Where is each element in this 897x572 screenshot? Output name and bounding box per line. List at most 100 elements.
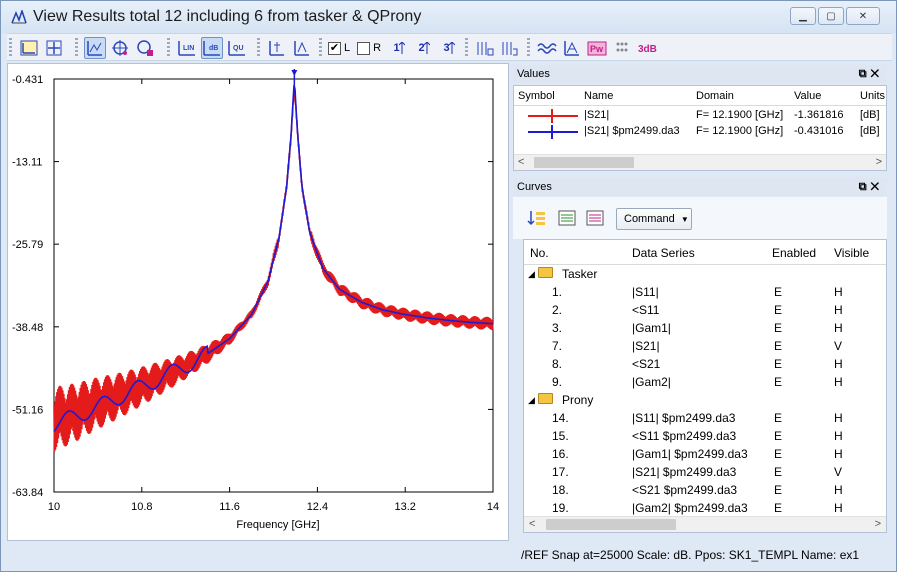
command-dropdown[interactable]: Command ▼ <box>616 208 692 230</box>
xy-zoom-button[interactable] <box>84 37 106 59</box>
right-axis-checkbox[interactable] <box>357 41 371 55</box>
close-panel-icon[interactable]: ✕ <box>871 181 883 193</box>
wave-button[interactable] <box>536 37 558 59</box>
scroll-right-icon[interactable]: > <box>875 518 881 530</box>
tree-row[interactable]: 1. |S11| E H <box>524 284 886 302</box>
trace-2-button[interactable]: 2 <box>413 37 435 59</box>
curve-number: 18. <box>552 483 569 497</box>
dots-button[interactable] <box>611 37 633 59</box>
float-icon[interactable]: ⧉ <box>859 181 871 193</box>
curve-visible[interactable]: V <box>834 339 842 353</box>
curve-visible[interactable]: H <box>834 285 843 299</box>
expand-triangle-icon[interactable]: ◢ <box>528 269 535 280</box>
tree-row[interactable]: 14. |S11| $pm2499.da3 E H <box>524 410 886 428</box>
tree-group-prony[interactable]: ◢ Prony <box>524 392 886 410</box>
curve-visible[interactable]: H <box>834 321 843 335</box>
curve-visible[interactable]: H <box>834 303 843 317</box>
main-toolbar: LIN dB QU ✔ L R 1 2 3 Pw 3dB <box>7 33 892 61</box>
trace-1-button[interactable]: 1 <box>388 37 410 59</box>
qu-scale-button[interactable]: QU <box>226 37 248 59</box>
right-axis-toggle[interactable]: R <box>357 41 381 55</box>
curve-visible[interactable]: H <box>834 411 843 425</box>
tree-row[interactable]: 3. |Gam1| E H <box>524 320 886 338</box>
curves-panel-controls[interactable]: ⧉✕ <box>859 178 883 196</box>
s11-button[interactable] <box>18 37 40 59</box>
pw-button[interactable]: Pw <box>586 37 608 59</box>
tree-row[interactable]: 9. |Gam2| E H <box>524 374 886 392</box>
curve-enabled[interactable]: E <box>774 411 782 425</box>
values-row[interactable]: |S21| $pm2499.da3 F= 12.1900 [GHz] -0.43… <box>514 124 886 140</box>
tree-row[interactable]: 16. |Gam1| $pm2499.da3 E H <box>524 446 886 464</box>
maximize-button[interactable]: ▢ <box>818 7 844 25</box>
scroll-thumb[interactable] <box>534 157 634 168</box>
minimize-button[interactable]: ▁ <box>790 7 816 25</box>
expand-triangle-icon[interactable]: ◢ <box>528 395 535 406</box>
fit-button[interactable] <box>43 37 65 59</box>
linear-scale-icon: LIN <box>178 41 195 56</box>
curve-visible[interactable]: H <box>834 375 843 389</box>
curve-enabled[interactable]: E <box>774 447 782 461</box>
curve-enabled[interactable]: E <box>774 285 782 299</box>
curve-number: 2. <box>552 303 563 317</box>
close-panel-icon[interactable]: ✕ <box>871 68 883 80</box>
float-icon[interactable]: ⧉ <box>859 68 871 80</box>
curve-enabled[interactable]: E <box>774 303 782 317</box>
curve-visible[interactable]: H <box>834 447 843 461</box>
scroll-left-icon[interactable]: < <box>518 156 524 168</box>
close-icon: ✕ <box>858 10 868 22</box>
linear-scale-button[interactable]: LIN <box>176 37 198 59</box>
left-axis-toggle[interactable]: ✔ L <box>328 41 350 55</box>
autoscale-button[interactable] <box>291 37 313 59</box>
curve-visible[interactable]: H <box>834 501 843 515</box>
tree-row[interactable]: 8. <S21 E H <box>524 356 886 374</box>
curve-enabled[interactable]: E <box>774 339 782 353</box>
table-def-button[interactable] <box>499 37 521 59</box>
disable-curves-icon[interactable] <box>585 208 605 228</box>
tree-row[interactable]: 18. <S21 $pm2499.da3 E H <box>524 482 886 500</box>
curve-visible[interactable]: H <box>834 429 843 443</box>
svg-text:Pw: Pw <box>590 44 604 54</box>
curve-visible[interactable]: H <box>834 357 843 371</box>
curve-visible[interactable]: H <box>834 483 843 497</box>
scroll-thumb[interactable] <box>546 519 676 530</box>
db-scale-icon: dB <box>203 41 220 56</box>
frequency-response-chart[interactable]: -0.431 -13.11 -25.79 -38.48 -51.16 -63.84 10 10… <box>8 64 510 542</box>
values-panel-controls[interactable]: ⧉✕ <box>859 65 883 83</box>
scroll-left-icon[interactable]: < <box>529 518 535 530</box>
tree-group-tasker[interactable]: ◢ Tasker <box>524 266 886 284</box>
values-row[interactable]: |S21| F= 12.1900 [GHz] -1.361816 [dB] <box>514 108 886 124</box>
status-text: /REF Snap at=25000 Scale: dB. Ppos: SK1_… <box>521 548 860 562</box>
curve-enabled[interactable]: E <box>774 375 782 389</box>
curve-enabled[interactable]: E <box>774 321 782 335</box>
tree-row[interactable]: 15. <S11 $pm2499.da3 E H <box>524 428 886 446</box>
curve-visible[interactable]: V <box>834 465 842 479</box>
tree-row[interactable]: 7. |S21| E V <box>524 338 886 356</box>
tree-row[interactable]: 17. |S21| $pm2499.da3 E V <box>524 464 886 482</box>
curve-enabled[interactable]: E <box>774 465 782 479</box>
3db-button[interactable]: 3dB <box>636 37 658 59</box>
curve-enabled[interactable]: E <box>774 429 782 443</box>
curve-enabled[interactable]: E <box>774 483 782 497</box>
sort-curves-icon[interactable] <box>527 208 547 228</box>
enable-curves-icon[interactable] <box>557 208 577 228</box>
smith-button[interactable] <box>561 37 583 59</box>
curves-hscrollbar[interactable]: < > <box>524 516 886 532</box>
marker-button[interactable] <box>134 37 156 59</box>
values-hscrollbar[interactable]: < > <box>514 154 886 170</box>
col-no: No. <box>530 246 549 260</box>
left-axis-checkbox[interactable]: ✔ <box>328 41 341 55</box>
value-value: -1.361816 <box>794 109 844 121</box>
scroll-right-icon[interactable]: > <box>876 156 882 168</box>
trace-3-button[interactable]: 3 <box>438 37 460 59</box>
curve-enabled[interactable]: E <box>774 501 782 515</box>
db-scale-button[interactable]: dB <box>201 37 223 59</box>
crosshair-button[interactable] <box>109 37 131 59</box>
tree-row[interactable]: 2. <S11 E H <box>524 302 886 320</box>
curve-enabled[interactable]: E <box>774 357 782 371</box>
pan-button[interactable] <box>266 37 288 59</box>
curve-series-name: |Gam1| $pm2499.da3 <box>632 447 748 461</box>
close-button[interactable]: ✕ <box>846 7 880 25</box>
table-button[interactable] <box>474 37 496 59</box>
plot-panel[interactable]: -0.431 -13.11 -25.79 -38.48 -51.16 -63.84 10 10… <box>7 63 509 541</box>
window-title: View Results total 12 including 6 from t… <box>33 8 422 25</box>
